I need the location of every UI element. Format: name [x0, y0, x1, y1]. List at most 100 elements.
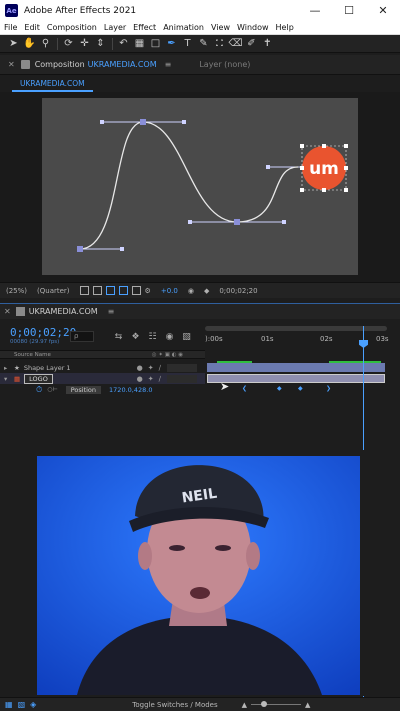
composition-icon [20, 60, 30, 69]
rotation-tool-icon[interactable]: ↶ [116, 36, 131, 51]
selection-tool-icon[interactable]: ➤ [6, 36, 21, 51]
property-row[interactable]: ⏱ ○⊢ Position 1720.0,428.0 [0, 384, 205, 395]
composition-viewer[interactable]: um [0, 92, 400, 282]
source-name-column[interactable]: Source Name [14, 352, 51, 358]
zoom-slider-knob[interactable] [261, 701, 268, 707]
hand-tool-icon[interactable]: ✋ [22, 36, 37, 51]
region-of-interest-icon[interactable] [92, 286, 102, 295]
toggle-switches-modes[interactable]: Toggle Switches / Modes [132, 701, 217, 709]
menu-effect[interactable]: Effect [129, 23, 159, 32]
menu-view[interactable]: View [207, 23, 233, 32]
property-name[interactable]: Position [65, 385, 102, 394]
shape-layer-bar[interactable] [207, 363, 385, 372]
transparency-grid-icon[interactable] [105, 286, 115, 295]
collapse-switch-icon[interactable]: ● [137, 375, 143, 383]
keyframe-icon[interactable]: ❮ [242, 385, 247, 392]
layer-row[interactable]: ▸ ★ Shape Layer 1 ● ✦ ∕ [0, 362, 205, 373]
ruler-label: 02s [320, 335, 333, 343]
color-management-icon[interactable]: ⚙ [145, 287, 151, 295]
keyframe-icon[interactable]: ◆ [277, 385, 282, 392]
close-window-button[interactable]: ✕ [366, 0, 400, 21]
close-panel-icon[interactable]: ✕ [8, 60, 15, 69]
layer-column-header: Source Name ◎ ✦ ▣ ◐ ◉ [0, 350, 205, 359]
pan-camera-icon[interactable]: ✛ [77, 36, 92, 51]
timeline-zoom-slider[interactable]: ▲ ▲ [242, 701, 311, 709]
timeline-timecode[interactable]: 0;00;02;20 [10, 326, 76, 339]
transfer-controls-icon[interactable]: ▧ [18, 700, 26, 709]
layer-panel-tab[interactable]: Layer (none) [199, 60, 250, 69]
motion-blur-icon[interactable]: ◉ [163, 331, 176, 342]
magnification-dropdown[interactable]: (25%) [6, 287, 27, 295]
roto-brush-tool-icon[interactable]: ✐ [244, 36, 259, 51]
zoom-tool-icon[interactable]: ⚲ [38, 36, 53, 51]
path-vertex[interactable] [140, 119, 146, 125]
pan-behind-tool-icon[interactable]: ▦ [132, 36, 147, 51]
panel-menu-icon[interactable]: ≡ [165, 60, 172, 69]
show-channel-icon[interactable]: ◆ [204, 287, 209, 295]
eraser-tool-icon[interactable]: ⌫ [228, 36, 243, 51]
collapse-switch-icon[interactable]: ● [137, 364, 143, 372]
composition-subtab[interactable]: UKRAMEDIA.COM [12, 77, 93, 92]
composition-name[interactable]: UKRAMEDIA.COM [88, 60, 157, 69]
menu-file[interactable]: File [0, 23, 20, 32]
maximize-button[interactable]: ☐ [332, 0, 366, 21]
clone-stamp-tool-icon[interactable]: ⛚ [212, 36, 227, 51]
layer-row-selected[interactable]: ▾ ▦ LOGO ● ✦ ∕ [0, 373, 205, 384]
logo-layer[interactable]: um [300, 144, 348, 192]
property-value[interactable]: 1720.0,428.0 [109, 386, 152, 394]
pen-tool-icon[interactable]: ✒ [164, 36, 179, 51]
mouse-cursor-icon: ➤ [220, 380, 230, 393]
mask-visibility-icon[interactable] [118, 286, 128, 295]
brush-tool-icon[interactable]: ✎ [196, 36, 211, 51]
orbit-camera-icon[interactable]: ⟳ [61, 36, 76, 51]
shy-layers-icon[interactable]: ☷ [146, 331, 159, 342]
exposure-value[interactable]: +0.0 [161, 287, 178, 295]
draft-3d-icon[interactable]: ❖ [129, 331, 142, 342]
layer-switches-icon[interactable]: ▦ [5, 700, 13, 709]
fx-switch-icon[interactable]: ∕ [159, 375, 161, 383]
motion-path[interactable]: um [42, 98, 358, 275]
menu-layer[interactable]: Layer [100, 23, 129, 32]
layer-search-input[interactable]: ρ [70, 331, 94, 342]
quality-switch-icon[interactable]: ✦ [148, 375, 154, 383]
timeline-menu-icon[interactable]: ≡ [108, 307, 115, 316]
composition-panel-label[interactable]: Composition [35, 60, 85, 69]
channel-icon[interactable] [131, 286, 141, 295]
comp-mini-flowchart-icon[interactable]: ⇆ [112, 331, 125, 342]
expression-icon[interactable]: ○⊢ [47, 386, 57, 393]
layer-name[interactable]: LOGO [24, 373, 53, 384]
keyframe-icon[interactable]: ◆ [298, 385, 303, 392]
quality-switch-icon[interactable]: ✦ [148, 364, 154, 372]
path-vertex[interactable] [77, 246, 83, 252]
close-timeline-icon[interactable]: ✕ [4, 307, 11, 316]
menu-help[interactable]: Help [272, 23, 297, 32]
minimize-button[interactable]: — [298, 0, 332, 21]
resolution-dropdown[interactable]: (Quarter) [37, 287, 70, 295]
current-time-display[interactable]: 0;00;02;20 [219, 287, 257, 295]
stopwatch-icon[interactable]: ⏱ [36, 385, 42, 395]
twirl-closed-icon[interactable]: ▸ [4, 364, 12, 372]
zoom-out-icon[interactable]: ▲ [242, 701, 247, 709]
menu-animation[interactable]: Animation [159, 23, 207, 32]
menu-edit[interactable]: Edit [20, 23, 43, 32]
twirl-open-icon[interactable]: ▾ [4, 375, 12, 383]
snapshot-icon[interactable] [79, 286, 89, 295]
rectangle-tool-icon[interactable]: □ [148, 36, 163, 51]
path-vertex[interactable] [234, 219, 240, 225]
logo-layer-bar[interactable] [207, 374, 385, 383]
menu-window[interactable]: Window [233, 23, 272, 32]
composition-canvas[interactable]: um [42, 98, 358, 275]
zoom-in-icon[interactable]: ▲ [305, 701, 310, 709]
camera-snapshot-icon[interactable]: ◉ [188, 287, 194, 295]
work-area-bar[interactable] [205, 326, 387, 331]
keyframe-icon[interactable]: ❯ [326, 385, 331, 392]
layer-name[interactable]: Shape Layer 1 [24, 364, 71, 372]
dolly-camera-icon[interactable]: ⇕ [93, 36, 108, 51]
type-tool-icon[interactable]: T [180, 36, 195, 51]
menu-composition[interactable]: Composition [43, 23, 100, 32]
in-out-icon[interactable]: ◈ [30, 700, 36, 709]
puppet-pin-tool-icon[interactable]: ✝ [260, 36, 275, 51]
fx-switch-icon[interactable]: ∕ [159, 364, 161, 372]
graph-editor-icon[interactable]: ▧ [180, 331, 193, 342]
timeline-comp-name[interactable]: UKRAMEDIA.COM [29, 307, 98, 316]
